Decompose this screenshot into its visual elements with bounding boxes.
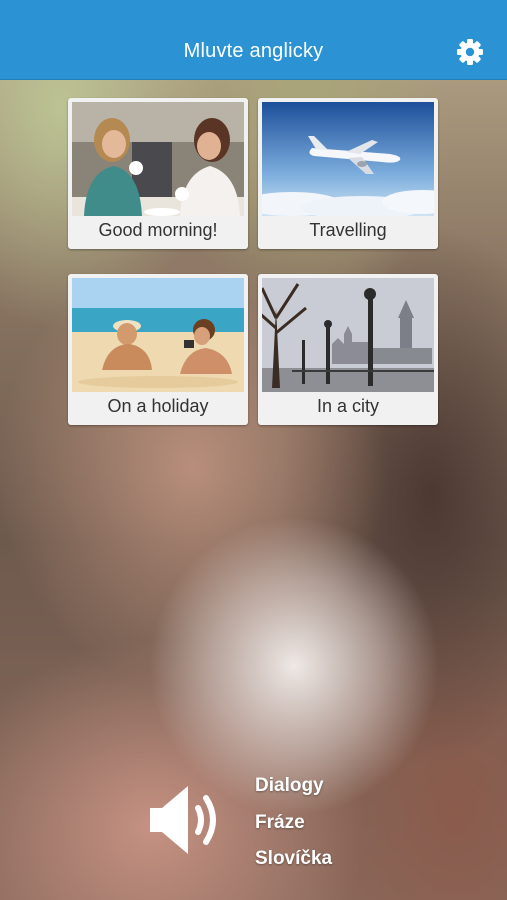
category-label: On a holiday	[107, 396, 209, 416]
gear-icon[interactable]	[455, 37, 485, 67]
in-a-city-image	[262, 278, 434, 392]
menu-item-dialogy[interactable]: Dialogy	[255, 775, 324, 797]
category-label: Good morning!	[98, 220, 218, 240]
category-card-good-morning[interactable]: Good morning!	[68, 98, 248, 249]
category-label: In a city	[316, 396, 380, 416]
category-card-travelling[interactable]: Travelling	[258, 98, 438, 249]
category-card-on-a-holiday[interactable]: On a holiday	[68, 274, 248, 425]
category-label: Travelling	[309, 220, 387, 240]
app-title: Mluvte anglicky	[183, 40, 324, 62]
travelling-image	[262, 102, 434, 216]
on-a-holiday-image	[72, 278, 244, 392]
top-bar: Mluvte anglicky	[0, 0, 507, 80]
menu-item-fraze[interactable]: Fráze	[255, 812, 305, 834]
category-card-in-a-city[interactable]: In a city	[258, 274, 438, 425]
menu-item-slovicka[interactable]: Slovíčka	[255, 848, 332, 870]
speaker-icon[interactable]	[148, 784, 230, 856]
good-morning-image	[72, 102, 244, 216]
